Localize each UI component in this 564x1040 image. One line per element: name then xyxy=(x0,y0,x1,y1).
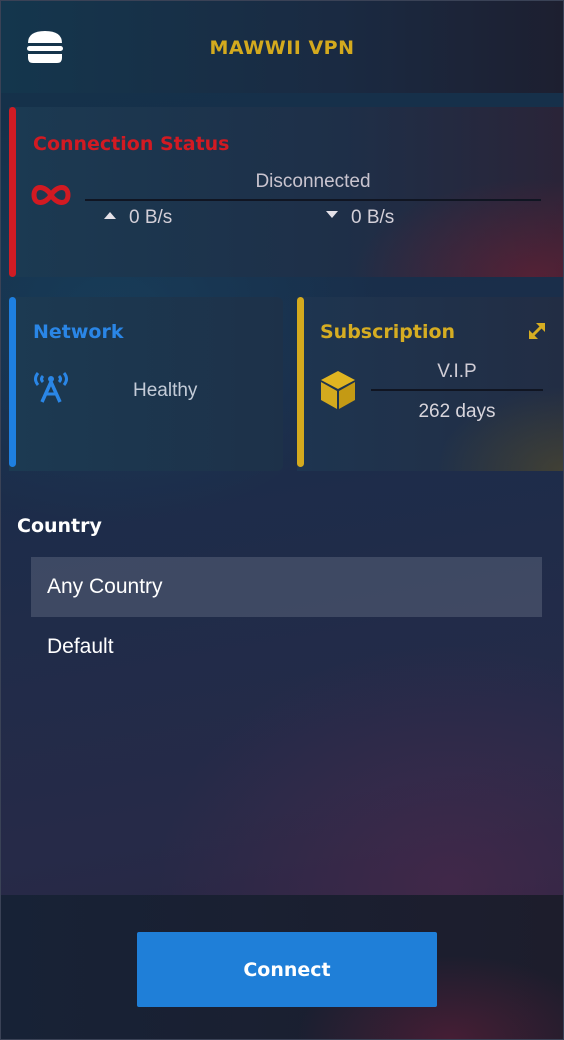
network-status-text: Healthy xyxy=(133,380,198,401)
antenna-icon xyxy=(34,372,68,403)
connection-accent-bar xyxy=(9,107,16,277)
subscription-accent-bar xyxy=(297,297,304,467)
connection-status-card: Connection Status Disconnected 0 B/s 0 B… xyxy=(9,107,563,277)
footer-bar: Connect xyxy=(1,895,563,1039)
upload-arrow-icon xyxy=(104,212,116,219)
subscription-remaining: 262 days xyxy=(418,401,496,422)
upload-rate-value: 0 B/s xyxy=(129,207,173,228)
infinity-icon xyxy=(31,185,71,205)
connection-status-title: Connection Status xyxy=(33,133,230,155)
header-bar: MAWWII VPN xyxy=(1,1,563,93)
network-title: Network xyxy=(33,321,124,343)
subscription-plan: V.I.P xyxy=(437,361,477,382)
country-option-default[interactable]: Default xyxy=(31,617,542,677)
download-arrow-icon xyxy=(326,211,338,218)
expand-icon[interactable] xyxy=(525,319,549,343)
cube-icon xyxy=(321,371,355,409)
upload-rate: 0 B/s xyxy=(103,207,172,229)
app-window: MAWWII VPN Connection Status Disconnecte… xyxy=(0,0,564,1040)
network-accent-bar xyxy=(9,297,16,467)
download-rate: 0 B/s xyxy=(325,207,394,229)
subscription-title: Subscription xyxy=(320,321,456,343)
country-label: Country xyxy=(17,515,102,537)
subscription-divider xyxy=(371,389,543,391)
country-list: Any Country Default xyxy=(31,557,542,677)
app-title: MAWWII VPN xyxy=(209,37,355,59)
connection-state-text: Disconnected xyxy=(255,171,371,192)
country-option-any[interactable]: Any Country xyxy=(31,557,542,617)
network-card: Network Healthy xyxy=(9,297,283,471)
connect-button[interactable]: Connect xyxy=(137,932,437,1007)
connection-divider xyxy=(85,199,541,201)
subscription-card: Subscription V.I.P 262 days xyxy=(297,297,563,471)
download-rate-value: 0 B/s xyxy=(351,207,395,228)
